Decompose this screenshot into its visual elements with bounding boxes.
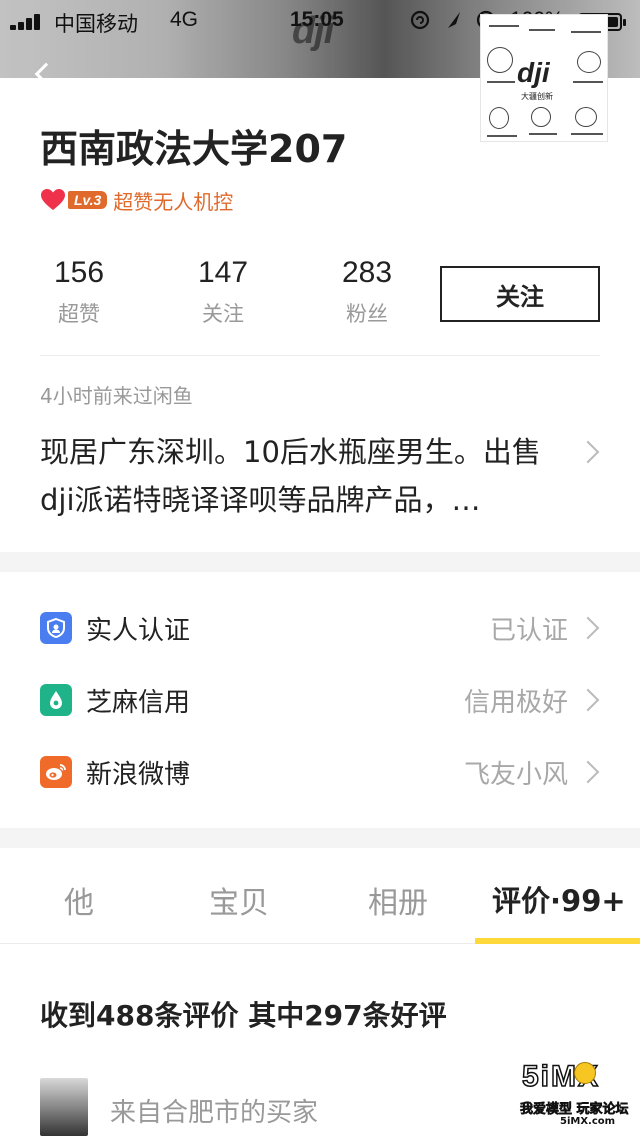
section-gap	[0, 828, 640, 848]
watermark-url: 5iMX.com	[560, 1116, 616, 1127]
verify-label: 实人认证	[86, 616, 191, 646]
clock: 15:05	[290, 8, 344, 31]
tab-him[interactable]: 他	[64, 878, 94, 922]
profile-name: 西南政法大学207	[40, 127, 348, 171]
level-badge[interactable]: Lv.3 超赞无人机控	[40, 186, 233, 214]
tab-items[interactable]: 宝贝	[209, 878, 269, 922]
last-seen-text: 4小时前来过闲鱼	[40, 384, 193, 408]
stat-label: 粉丝	[346, 302, 388, 326]
watermark-subtitle: 我爱模型 玩家论坛	[520, 1102, 629, 1118]
sticker-caption: 大疆创新	[521, 92, 553, 101]
verify-row-identity[interactable]: 实人认证 已认证	[0, 594, 640, 666]
verify-row-weibo[interactable]: 新浪微博 飞友小风	[0, 738, 640, 810]
verify-value: 飞友小风	[463, 760, 568, 790]
chevron-right-icon	[576, 616, 600, 640]
tab-reviews[interactable]: 评价·99+	[492, 878, 626, 920]
verify-label: 新浪微博	[86, 760, 191, 790]
network-label: 4G	[170, 8, 199, 31]
meme-sticker-image[interactable]: dji 大疆创新	[480, 14, 608, 142]
weibo-icon	[40, 756, 72, 788]
follow-button[interactable]: 关注	[440, 266, 600, 322]
stat-value: 147	[197, 256, 249, 289]
tab-album[interactable]: 相册	[368, 878, 428, 922]
level-tag: Lv.3	[68, 191, 108, 209]
stat-likes[interactable]: 156 超赞	[24, 256, 134, 328]
chevron-right-icon	[576, 688, 600, 712]
heart-icon	[40, 188, 66, 212]
tab-bar: 他 宝贝 相册 评价·99+	[0, 850, 640, 944]
active-tab-indicator	[475, 938, 640, 944]
avatar[interactable]	[40, 1078, 88, 1136]
signal-icon	[10, 14, 46, 30]
stat-value: 156	[53, 256, 105, 289]
chevron-right-icon	[576, 760, 600, 784]
person-id-icon	[40, 612, 72, 644]
watermark-logo: 5iMX 我爱模型 玩家论坛 5iMX.com	[520, 1059, 630, 1130]
reviewer-location: 来自合肥市的买家	[110, 1098, 319, 1128]
stat-value: 283	[341, 256, 393, 289]
sesame-credit-icon	[40, 684, 72, 716]
stat-following[interactable]: 147 关注	[168, 256, 278, 328]
divider	[40, 355, 600, 356]
section-gap	[0, 552, 640, 572]
level-title: 超赞无人机控	[113, 189, 234, 214]
review-summary: 收到488条评价 其中297条好评	[40, 999, 447, 1032]
verify-value: 已认证	[489, 616, 568, 646]
verify-label: 芝麻信用	[86, 688, 191, 718]
carrier-label: 中国移动	[54, 13, 138, 36]
stat-followers[interactable]: 283 粉丝	[312, 256, 422, 328]
stat-label: 超赞	[58, 302, 100, 326]
stat-label: 关注	[202, 302, 244, 326]
sticker-logo: dji	[517, 57, 550, 88]
verify-value: 信用极好	[463, 688, 568, 718]
verify-row-credit[interactable]: 芝麻信用 信用极好	[0, 666, 640, 738]
smiley-icon	[574, 1062, 596, 1084]
bio-text[interactable]: 现居广东深圳。10后水瓶座男生。出售dji派诺特晓译译呗等品牌产品，…	[40, 428, 560, 524]
